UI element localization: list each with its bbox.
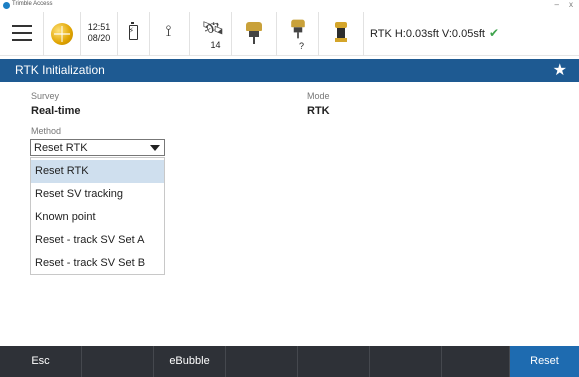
power-status[interactable]: ⟟ xyxy=(150,12,190,56)
rtk-precision-text: RTK H:0.03sft V:0.05sft xyxy=(370,28,485,40)
receiver-unknown-indicator: ? xyxy=(298,41,304,51)
base-receiver-button[interactable] xyxy=(232,12,277,56)
option-reset-sv-tracking[interactable]: Reset SV tracking xyxy=(31,183,164,206)
window-titlebar: Trimble Access – x xyxy=(0,0,579,12)
mode-label: Mode xyxy=(307,91,330,101)
method-dropdown-list: Reset RTK Reset SV tracking Known point … xyxy=(30,157,165,275)
option-known-point[interactable]: Known point xyxy=(31,206,164,229)
satellite-icon: 🛰 xyxy=(201,18,225,38)
plug-icon: ⟟ xyxy=(165,23,172,40)
antenna-receiver-icon xyxy=(290,19,305,39)
close-button[interactable]: x xyxy=(569,0,573,9)
star-icon[interactable]: ★ xyxy=(553,60,567,80)
radio-receiver-button[interactable]: ? xyxy=(277,12,319,56)
empty-softkey-1[interactable] xyxy=(82,346,154,377)
empty-softkey-2[interactable] xyxy=(226,346,298,377)
gnss-receiver-icon xyxy=(246,22,262,44)
hamburger-menu-icon xyxy=(12,25,32,41)
mode-value: RTK xyxy=(307,105,330,117)
job-button[interactable] xyxy=(44,12,81,56)
rtk-precision-status[interactable]: RTK H:0.03sft V:0.05sft ✔ xyxy=(370,26,499,40)
menu-button[interactable] xyxy=(0,12,44,56)
survey-label: Survey xyxy=(31,91,60,101)
window-title: Trimble Access xyxy=(12,1,53,7)
empty-softkey-4[interactable] xyxy=(370,346,442,377)
dropdown-arrow-icon xyxy=(150,145,160,151)
satellites-button[interactable]: 🛰 14 xyxy=(190,12,232,56)
clock-date: 08/20 xyxy=(87,33,111,43)
bottom-action-bar: Esc eBubble Reset xyxy=(0,346,579,377)
status-toolbar: 12:51 08/20 ⟟ 🛰 14 ? RTK H:0.03sft V:0.0… xyxy=(0,12,579,56)
app-icon xyxy=(3,2,10,9)
page-title: RTK Initialization xyxy=(15,63,105,77)
survey-value: Real-time xyxy=(31,105,81,117)
page-header: RTK Initialization ★ xyxy=(0,59,579,82)
option-reset-rtk[interactable]: Reset RTK xyxy=(31,160,164,183)
method-selected-value: Reset RTK xyxy=(34,142,88,154)
satellite-count: 14 xyxy=(210,40,221,50)
empty-softkey-5[interactable] xyxy=(442,346,510,377)
method-select[interactable]: Reset RTK xyxy=(30,139,165,156)
rover-icon xyxy=(335,22,347,46)
clock-time: 12:51 xyxy=(87,22,111,32)
battery-charging-icon xyxy=(128,22,138,40)
rover-button[interactable] xyxy=(319,12,364,56)
empty-softkey-3[interactable] xyxy=(298,346,370,377)
method-label: Method xyxy=(31,126,62,136)
minimize-button[interactable]: – xyxy=(555,0,559,9)
option-reset-track-sv-set-a[interactable]: Reset - track SV Set A xyxy=(31,229,164,252)
globe-icon xyxy=(51,23,73,45)
reset-button[interactable]: Reset xyxy=(510,346,579,377)
battery-status[interactable] xyxy=(118,12,150,56)
clock-display: 12:51 08/20 xyxy=(81,12,118,56)
check-icon: ✔ xyxy=(488,26,500,40)
option-reset-track-sv-set-b[interactable]: Reset - track SV Set B xyxy=(31,252,164,275)
esc-button[interactable]: Esc xyxy=(0,346,82,377)
ebubble-button[interactable]: eBubble xyxy=(154,346,226,377)
